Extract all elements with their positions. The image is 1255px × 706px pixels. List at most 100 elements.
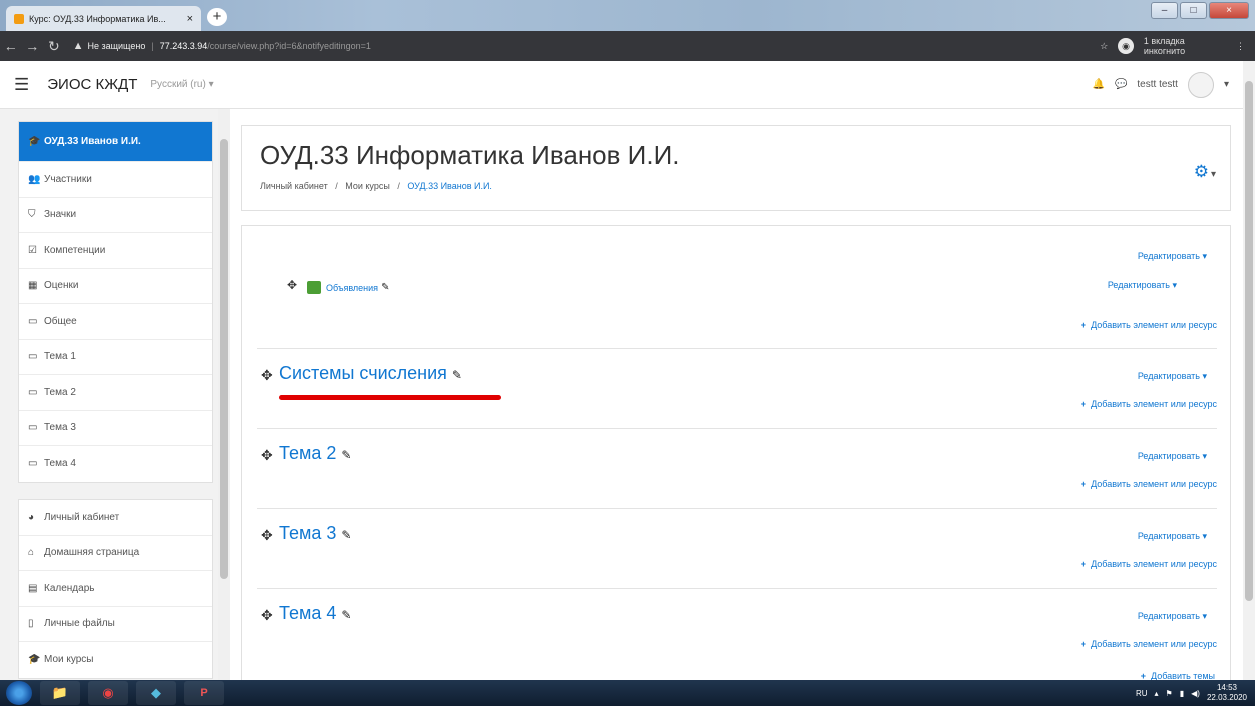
edit-menu-section[interactable]: Редактировать ▾ xyxy=(1138,611,1207,622)
nav-item-competencies[interactable]: ☑ Компетенции xyxy=(19,233,212,269)
section-topic-1: ✥ Системы счисления ✎ Редактировать ▾ + До… xyxy=(257,349,1217,429)
section-title-text[interactable]: Тема 4 xyxy=(279,603,336,623)
activity-name[interactable]: Объявления xyxy=(326,283,378,293)
section-title[interactable]: Тема 3 ✎ xyxy=(279,523,351,544)
nav-item-calendar[interactable]: ▤ Календарь xyxy=(19,571,212,607)
nav-item-topic-1[interactable]: ▭ Тема 1 xyxy=(19,340,212,375)
close-window-button[interactable]: × xyxy=(1209,2,1249,19)
nav-item-course[interactable]: 🎓 ОУД.33 Иванов И.И. xyxy=(19,122,212,162)
nav-item-label: Тема 4 xyxy=(44,458,76,470)
section-title[interactable]: Тема 2 ✎ xyxy=(279,443,351,464)
incognito-label[interactable]: 1 вкладка инкогнито xyxy=(1144,36,1226,56)
pencil-icon[interactable]: ✎ xyxy=(341,608,351,622)
section-title[interactable]: Тема 4 ✎ xyxy=(279,603,351,624)
bell-icon[interactable]: 🔔 xyxy=(1092,79,1104,90)
new-tab-button[interactable]: + xyxy=(207,8,227,26)
reload-icon[interactable]: ↻ xyxy=(43,38,65,55)
nav-item-topic-2[interactable]: ▭ Тема 2 xyxy=(19,375,212,411)
nav-item-home[interactable]: ⌂ Домашняя страница xyxy=(19,536,212,571)
activity-announcements[interactable]: Объявления ✎ xyxy=(307,279,389,297)
pencil-icon[interactable]: ✎ xyxy=(341,448,351,462)
chevron-down-icon[interactable]: ▾ xyxy=(1224,79,1229,90)
course-settings-menu[interactable]: ⚙ ▾ xyxy=(1194,162,1216,182)
pencil-icon[interactable]: ✎ xyxy=(341,528,351,542)
url-input[interactable]: ▲ Не защищено | 77.243.3.94 /course/view… xyxy=(73,35,1101,57)
incognito-icon[interactable]: ◉ xyxy=(1118,38,1134,54)
add-activity-button[interactable]: + Добавить элемент или ресурс xyxy=(1081,399,1217,409)
scroll-thumb[interactable] xyxy=(220,139,228,579)
nav-item-general[interactable]: ▭ Общее xyxy=(19,304,212,340)
explorer-icon[interactable]: 📁 xyxy=(40,681,80,705)
pencil-icon[interactable]: ✎ xyxy=(452,368,462,382)
forward-arrow-icon[interactable]: → xyxy=(22,38,44,54)
nav-item-topic-3[interactable]: ▭ Тема 3 xyxy=(19,411,212,446)
nav-item-dashboard[interactable]: ◕ Личный кабинет xyxy=(19,500,212,536)
section-topic-2: ✥ Тема 2 ✎ Редактировать ▾ + Добавить элем… xyxy=(257,429,1217,509)
chat-icon[interactable]: 💬 xyxy=(1115,79,1127,90)
chevron-down-icon: ▾ xyxy=(1210,169,1216,180)
user-name[interactable]: testt testt xyxy=(1137,79,1178,90)
nav-item-grades[interactable]: ▦ Оценки xyxy=(19,269,212,304)
move-icon[interactable]: ✥ xyxy=(287,278,297,292)
clock[interactable]: 14:53 22.03.2020 xyxy=(1207,683,1247,703)
menu-dots-icon[interactable]: ⋮ xyxy=(1236,41,1245,52)
language-indicator[interactable]: RU xyxy=(1136,689,1148,698)
nav-item-participants[interactable]: 👥 Участники xyxy=(19,162,212,198)
add-activity-button[interactable]: + Добавить элемент или ресурс xyxy=(1081,320,1217,330)
move-icon[interactable]: ✥ xyxy=(261,527,273,544)
nav-item-private-files[interactable]: ▯ Личные файлы xyxy=(19,607,212,642)
section-title-text[interactable]: Тема 3 xyxy=(279,523,336,543)
add-activity-button[interactable]: + Добавить элемент или ресурс xyxy=(1081,639,1217,649)
breadcrumb-my-courses[interactable]: Мои курсы xyxy=(345,181,390,191)
tray-arrow-icon[interactable]: ▴ xyxy=(1155,689,1159,698)
section-general: Редактировать ▾ ✥ Объявления ✎ Редактиров… xyxy=(257,226,1217,349)
browser-tab[interactable]: Курс: ОУД.33 Информатика Ив... × xyxy=(6,6,201,31)
add-activity-label: Добавить элемент или ресурс xyxy=(1091,320,1217,330)
section-title-text[interactable]: Тема 2 xyxy=(279,443,336,463)
breadcrumb-course[interactable]: ОУД.33 Иванов И.И. xyxy=(407,181,492,191)
drawer-scrollbar[interactable] xyxy=(218,109,230,680)
nav-item-topic-4[interactable]: ▭ Тема 4 xyxy=(19,446,212,482)
move-icon[interactable]: ✥ xyxy=(261,607,273,624)
section-title[interactable]: Системы счисления ✎ xyxy=(279,363,462,384)
flag-icon[interactable]: ⚑ xyxy=(1166,689,1173,698)
tab-close-icon[interactable]: × xyxy=(187,13,193,25)
nav-item-label: Календарь xyxy=(44,582,95,594)
pencil-icon[interactable]: ✎ xyxy=(381,282,389,293)
chrome-icon[interactable]: ◉ xyxy=(88,681,128,705)
folder-icon: ▭ xyxy=(28,351,38,363)
start-button[interactable] xyxy=(6,681,32,705)
edit-menu-section[interactable]: Редактировать ▾ xyxy=(1138,451,1207,462)
add-activity-button[interactable]: + Добавить элемент или ресурс xyxy=(1081,559,1217,569)
edit-menu-section[interactable]: Редактировать ▾ xyxy=(1138,251,1207,262)
users-icon: 👥 xyxy=(28,173,41,185)
hamburger-menu-icon[interactable]: ☰ xyxy=(14,75,29,95)
edit-menu-section[interactable]: Редактировать ▾ xyxy=(1138,531,1207,542)
volume-icon[interactable]: ◀) xyxy=(1191,689,1200,698)
move-icon[interactable]: ✥ xyxy=(261,367,273,384)
move-icon[interactable]: ✥ xyxy=(261,447,273,464)
powerpoint-icon[interactable]: P xyxy=(184,681,224,705)
scroll-thumb[interactable] xyxy=(1245,81,1253,601)
network-icon[interactable]: ▮ xyxy=(1180,689,1184,698)
star-icon[interactable]: ☆ xyxy=(1100,41,1108,52)
back-arrow-icon[interactable]: ← xyxy=(0,38,22,54)
media-icon[interactable]: ◆ xyxy=(136,681,176,705)
page-scrollbar[interactable] xyxy=(1243,61,1255,680)
edit-menu-activity[interactable]: Редактировать ▾ xyxy=(1108,280,1177,291)
edit-menu-section[interactable]: Редактировать ▾ xyxy=(1138,371,1207,382)
maximize-button[interactable]: □ xyxy=(1180,2,1207,19)
avatar[interactable] xyxy=(1187,71,1214,98)
site-name[interactable]: ЭИОС КЖДТ xyxy=(47,76,137,93)
add-activity-button[interactable]: + Добавить элемент или ресурс xyxy=(1081,479,1217,489)
minimize-button[interactable]: – xyxy=(1151,2,1178,19)
page-title: ОУД.33 Информатика Иванов И.И. xyxy=(260,140,680,170)
nav-item-my-courses[interactable]: 🎓 Мои курсы xyxy=(19,642,212,678)
course-nav-group: 🎓 ОУД.33 Иванов И.И. 👥 Участники ⛉ Значк… xyxy=(18,121,213,483)
section-title-text[interactable]: Системы счисления xyxy=(279,363,447,383)
breadcrumb-dashboard[interactable]: Личный кабинет xyxy=(260,181,328,191)
add-activity-label: Добавить элемент или ресурс xyxy=(1091,479,1217,489)
breadcrumb-separator: / xyxy=(397,181,400,191)
language-select[interactable]: Русский (ru) ▾ xyxy=(150,79,213,90)
nav-item-badges[interactable]: ⛉ Значки xyxy=(19,198,212,233)
